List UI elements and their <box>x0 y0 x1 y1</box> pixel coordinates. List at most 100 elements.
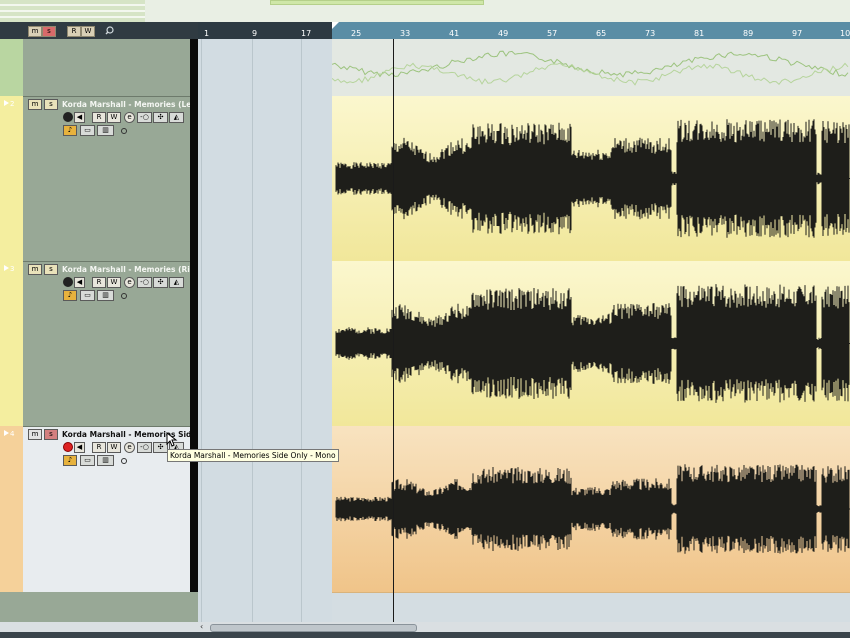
track-name[interactable]: Korda Marshall - Memories (Left) <box>62 100 202 109</box>
track-list-bottom <box>0 592 198 622</box>
ruler-tick: 10 <box>840 29 850 38</box>
track-header-side[interactable]: 4 m s Korda Marshall - Memories Side Onl… <box>4 426 213 593</box>
ruler-tick: 9 <box>252 29 258 38</box>
left-locator-icon[interactable] <box>332 22 340 30</box>
project-cursor[interactable] <box>393 39 394 622</box>
horizontal-scrollbar[interactable]: ‹ <box>0 622 850 632</box>
track-dot <box>121 458 127 464</box>
track-number: 4 <box>10 430 15 438</box>
ruler-tick: 57 <box>547 29 558 38</box>
grid-line <box>252 39 253 622</box>
status-bar <box>0 632 850 638</box>
edit-channel-button[interactable]: e <box>124 112 135 123</box>
folder-button[interactable]: ▭ <box>80 455 95 466</box>
lane-button[interactable]: ◭ <box>169 112 184 123</box>
write-automation-button[interactable]: W <box>107 277 121 288</box>
musical-mode-button[interactable]: ♪ <box>63 125 77 136</box>
lanes-button[interactable]: ▥ <box>97 125 114 136</box>
monitor-button[interactable]: ◀ <box>74 277 85 288</box>
waveform-side <box>335 464 850 554</box>
write-global-button[interactable]: W <box>81 26 95 37</box>
ruler-tick: 89 <box>743 29 754 38</box>
musical-mode-button[interactable]: ♪ <box>63 290 77 301</box>
lane-button[interactable]: ◭ <box>169 277 184 288</box>
track-header-right[interactable]: 3 m s Korda Marshall - Memories (Right) … <box>4 261 208 427</box>
folder-button[interactable]: ▭ <box>80 290 95 301</box>
mute-button[interactable]: m <box>28 264 42 275</box>
track-number: 2 <box>10 100 15 108</box>
scroll-left-icon[interactable]: ‹ <box>200 622 203 631</box>
waveform-left <box>335 119 850 238</box>
lanes-button[interactable]: ▥ <box>97 290 114 301</box>
track-color-strip <box>0 96 23 261</box>
mute-button[interactable]: m <box>28 99 42 110</box>
lane-button[interactable]: -○ <box>137 277 152 288</box>
ruler-tick: 73 <box>645 29 656 38</box>
track-color-strip <box>0 426 23 592</box>
lanes-button[interactable]: ▥ <box>97 455 114 466</box>
track-name[interactable]: Korda Marshall - Memories (Right) <box>62 265 208 274</box>
lane-button[interactable]: ✣ <box>153 112 168 123</box>
edit-channel-button[interactable]: e <box>124 277 135 288</box>
lane-button[interactable]: ✣ <box>153 277 168 288</box>
read-global-button[interactable]: R <box>67 26 81 37</box>
expand-track-icon[interactable] <box>4 100 10 107</box>
track-header-top[interactable] <box>23 39 190 96</box>
ruler-tick: 97 <box>792 29 803 38</box>
track-dot <box>121 128 127 134</box>
musical-mode-button[interactable]: ♪ <box>63 455 77 466</box>
folder-button[interactable]: ▭ <box>80 125 95 136</box>
track-list: 2 m s Korda Marshall - Memories (Left) ◀… <box>0 39 213 632</box>
track-list-toolbar: m s R W <box>0 22 198 39</box>
write-automation-button[interactable]: W <box>107 112 121 123</box>
lane-button[interactable]: -○ <box>137 442 152 453</box>
lane-button[interactable]: -○ <box>137 112 152 123</box>
upper-window-bar <box>270 0 484 5</box>
magnifier-icon[interactable] <box>105 26 114 35</box>
read-automation-button[interactable]: R <box>92 442 106 453</box>
upper-window-strip <box>0 0 850 22</box>
ruler-tick: 41 <box>449 29 460 38</box>
scrollbar-thumb[interactable] <box>210 624 417 632</box>
audio-event-left[interactable] <box>332 96 850 263</box>
mute-button[interactable]: m <box>28 429 42 440</box>
monitor-button[interactable]: ◀ <box>74 112 85 123</box>
record-enable-button[interactable] <box>63 442 73 452</box>
record-enable-button[interactable] <box>63 277 73 287</box>
track-list-divider[interactable] <box>190 39 198 592</box>
empty-region <box>198 39 332 622</box>
read-automation-button[interactable]: R <box>92 112 106 123</box>
edit-channel-button[interactable]: e <box>124 442 135 453</box>
ruler-tick: 33 <box>400 29 411 38</box>
track-name-tooltip: Korda Marshall - Memories Side Only - Mo… <box>167 449 339 462</box>
solo-button[interactable]: s <box>44 264 58 275</box>
event-display[interactable] <box>198 39 850 622</box>
audio-event-side[interactable] <box>332 426 850 593</box>
solo-global-button[interactable]: s <box>42 26 56 37</box>
track-color-strip <box>0 261 23 426</box>
solo-button[interactable]: s <box>44 99 58 110</box>
record-enable-button[interactable] <box>63 112 73 122</box>
read-automation-button[interactable]: R <box>92 277 106 288</box>
expand-track-icon[interactable] <box>4 265 10 272</box>
monitor-button[interactable]: ◀ <box>74 442 85 453</box>
automation-lane[interactable] <box>332 39 850 97</box>
track-color-strip <box>0 39 23 96</box>
upper-window-lines <box>0 0 145 22</box>
write-automation-button[interactable]: W <box>107 442 121 453</box>
ruler-tick: 81 <box>694 29 705 38</box>
audio-event-right[interactable] <box>332 261 850 428</box>
track-dot <box>121 293 127 299</box>
mute-global-button[interactable]: m <box>28 26 42 37</box>
timeline-ruler[interactable]: 1 9 17 25 33 41 49 57 65 73 81 89 97 10 <box>198 22 850 39</box>
ruler-tick: 65 <box>596 29 607 38</box>
mouse-cursor-icon <box>166 432 178 447</box>
expand-track-icon[interactable] <box>4 430 10 437</box>
grid-line <box>201 39 202 622</box>
waveform-right <box>335 284 850 403</box>
ruler-tick: 49 <box>498 29 509 38</box>
solo-button[interactable]: s <box>44 429 58 440</box>
ruler-tick: 1 <box>204 29 210 38</box>
track-header-left[interactable]: 2 m s Korda Marshall - Memories (Left) ◀… <box>4 96 202 262</box>
ruler-tick: 25 <box>351 29 362 38</box>
